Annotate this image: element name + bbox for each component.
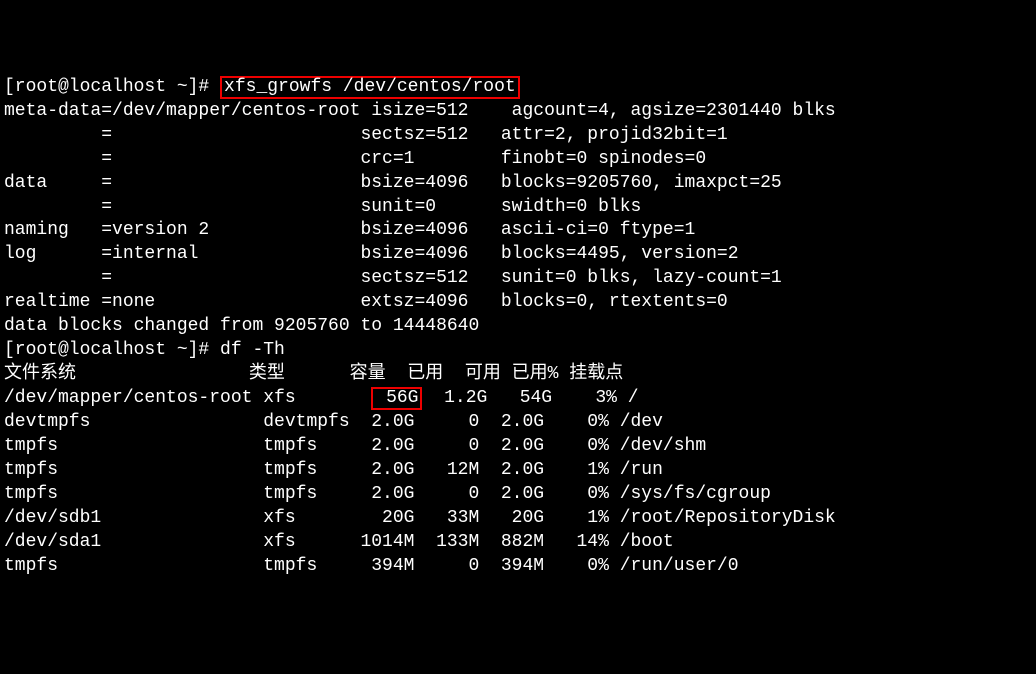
df-row: tmpfs tmpfs 2.0G 12M 2.0G 1% /run (4, 459, 1032, 483)
df-header: 文件系统 类型 容量 已用 可用 已用% 挂载点 (4, 363, 1032, 387)
prompt-line-2[interactable]: [root@localhost ~]# df -Th (4, 339, 1032, 363)
xfs-output-line: meta-data=/dev/mapper/centos-root isize=… (4, 100, 1032, 124)
df-row-prefix: /dev/mapper/centos-root xfs (4, 388, 371, 408)
df-row: devtmpfs devtmpfs 2.0G 0 2.0G 0% /dev (4, 411, 1032, 435)
prompt-line-1[interactable]: [root@localhost ~]# xfs_growfs /dev/cent… (4, 76, 1032, 100)
df-row-suffix: 1.2G 54G 3% / (422, 388, 638, 408)
df-row: /dev/sda1 xfs 1014M 133M 882M 14% /boot (4, 531, 1032, 555)
xfs-output-line: data = bsize=4096 blocks=9205760, imaxpc… (4, 172, 1032, 196)
xfs-output-line: = sectsz=512 attr=2, projid32bit=1 (4, 124, 1032, 148)
df-row: tmpfs tmpfs 394M 0 394M 0% /run/user/0 (4, 555, 1032, 579)
df-size-highlight: 56G (371, 387, 422, 410)
df-row: tmpfs tmpfs 2.0G 0 2.0G 0% /dev/shm (4, 435, 1032, 459)
command-xfs-growfs: xfs_growfs /dev/centos/root (220, 76, 520, 99)
xfs-output-line: naming =version 2 bsize=4096 ascii-ci=0 … (4, 219, 1032, 243)
xfs-output-line: = crc=1 finobt=0 spinodes=0 (4, 148, 1032, 172)
xfs-output-line: realtime =none extsz=4096 blocks=0, rtex… (4, 291, 1032, 315)
df-row: /dev/sdb1 xfs 20G 33M 20G 1% /root/Repos… (4, 507, 1032, 531)
df-row: /dev/mapper/centos-root xfs 56G 1.2G 54G… (4, 387, 1032, 411)
prompt-prefix: [root@localhost ~]# (4, 77, 220, 97)
xfs-output-line: = sunit=0 swidth=0 blks (4, 196, 1032, 220)
xfs-output-line: log =internal bsize=4096 blocks=4495, ve… (4, 243, 1032, 267)
df-row: tmpfs tmpfs 2.0G 0 2.0G 0% /sys/fs/cgrou… (4, 483, 1032, 507)
xfs-output-line: data blocks changed from 9205760 to 1444… (4, 315, 1032, 339)
xfs-output-line: = sectsz=512 sunit=0 blks, lazy-count=1 (4, 267, 1032, 291)
